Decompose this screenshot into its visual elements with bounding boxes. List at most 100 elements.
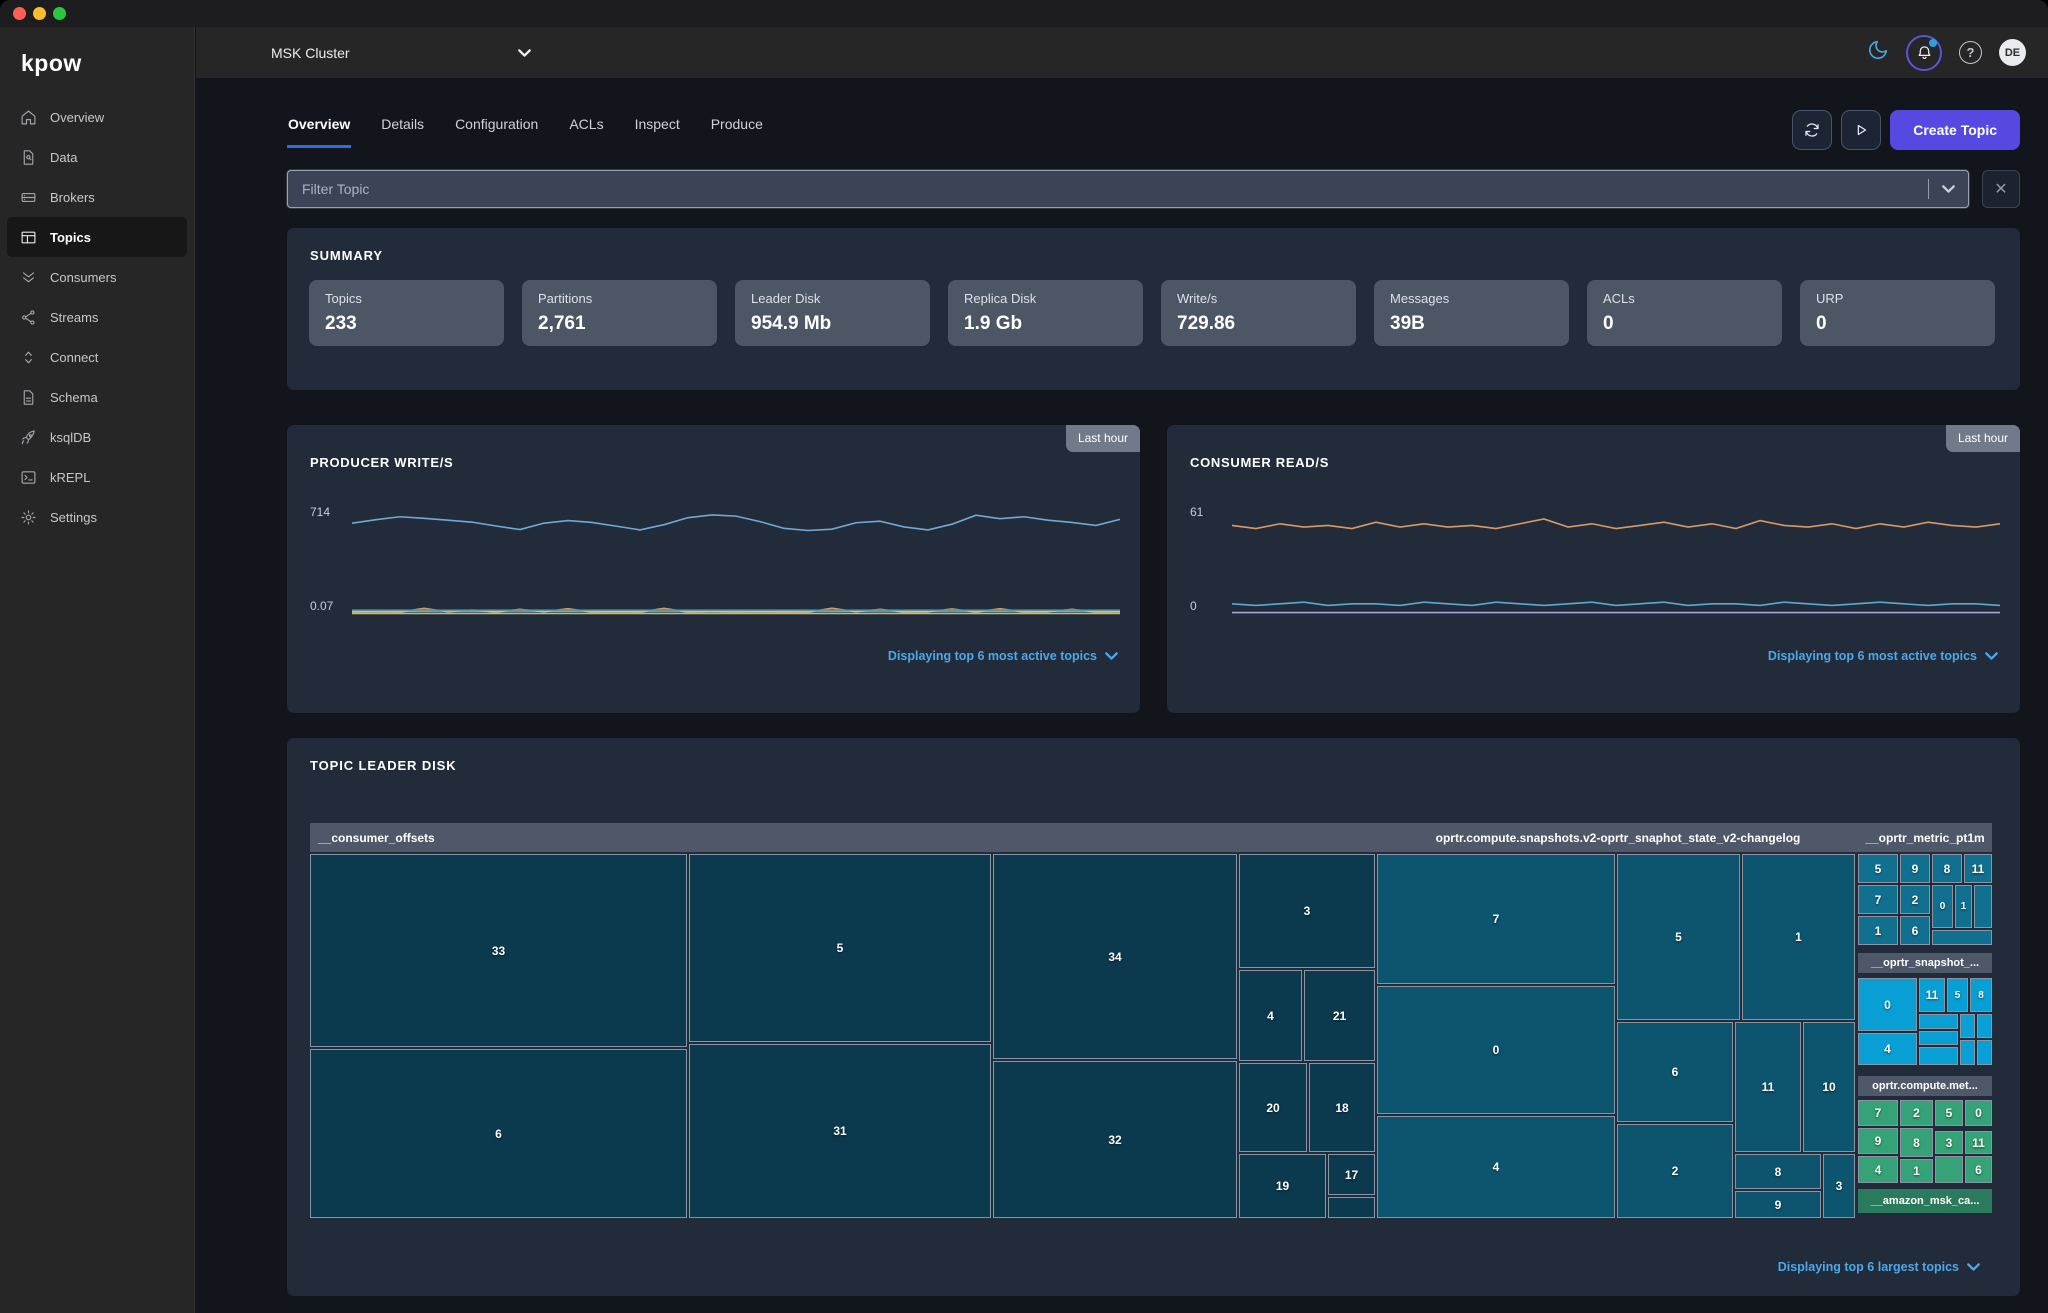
- tab-acls[interactable]: ACLs: [568, 108, 604, 148]
- treemap-topic-header[interactable]: oprtr.compute.snapshots.v2-oprtr_snaphot…: [1378, 823, 1858, 852]
- treemap-partition-cell[interactable]: 6: [1900, 916, 1930, 945]
- clear-filter-button[interactable]: ✕: [1982, 170, 2020, 208]
- treemap-partition-cell[interactable]: [1977, 1040, 1992, 1065]
- treemap-partition-cell[interactable]: 6: [310, 1049, 687, 1218]
- sidebar-item-connect[interactable]: Connect: [7, 337, 187, 377]
- treemap-partition-cell[interactable]: 19: [1239, 1154, 1326, 1218]
- treemap-partition-cell[interactable]: 9: [1858, 1128, 1898, 1154]
- treemap-partition-cell[interactable]: 33: [310, 854, 687, 1047]
- treemap-partition-cell[interactable]: 0: [1932, 885, 1953, 928]
- treemap-partition-cell[interactable]: 17: [1328, 1154, 1375, 1195]
- sidebar-item-topics[interactable]: Topics: [7, 217, 187, 257]
- help-button[interactable]: ?: [1959, 41, 1982, 64]
- treemap-partition-cell[interactable]: 7: [1858, 1100, 1898, 1126]
- largest-topics-dropdown[interactable]: Displaying top 6 largest topics: [1778, 1260, 1980, 1274]
- tab-configuration[interactable]: Configuration: [454, 108, 539, 148]
- treemap-partition-cell[interactable]: 8: [1735, 1154, 1821, 1189]
- treemap-partition-cell[interactable]: [1328, 1197, 1375, 1218]
- treemap-partition-cell[interactable]: 10: [1803, 1022, 1855, 1152]
- treemap-partition-cell[interactable]: [1960, 1014, 1975, 1038]
- treemap-partition-cell[interactable]: 5: [689, 854, 991, 1042]
- treemap-partition-cell[interactable]: [1932, 930, 1992, 945]
- topic-filter-combobox[interactable]: [287, 170, 1969, 208]
- treemap-partition-cell[interactable]: 20: [1239, 1063, 1307, 1152]
- sidebar-item-data[interactable]: Data: [7, 137, 187, 177]
- tab-details[interactable]: Details: [380, 108, 425, 148]
- sidebar-item-krepl[interactable]: kREPL: [7, 457, 187, 497]
- treemap-partition-cell[interactable]: 7: [1858, 885, 1898, 914]
- treemap-partition-cell[interactable]: [1919, 1014, 1958, 1029]
- treemap-partition-cell[interactable]: 4: [1858, 1033, 1917, 1065]
- treemap-partition-cell[interactable]: 4: [1858, 1156, 1898, 1183]
- sidebar-item-brokers[interactable]: Brokers: [7, 177, 187, 217]
- treemap-partition-cell[interactable]: 8: [1900, 1128, 1933, 1157]
- treemap-partition-cell[interactable]: 11: [1735, 1022, 1801, 1152]
- treemap-partition-cell[interactable]: 3: [1823, 1154, 1855, 1218]
- treemap-partition-cell[interactable]: 32: [993, 1061, 1237, 1218]
- notifications-button[interactable]: [1906, 35, 1942, 71]
- treemap-partition-cell[interactable]: 3: [1239, 854, 1375, 968]
- treemap-partition-cell[interactable]: 4: [1239, 970, 1302, 1061]
- treemap-partition-cell[interactable]: 11: [1919, 978, 1945, 1012]
- window-maximize-button[interactable]: [53, 7, 66, 20]
- treemap-partition-cell[interactable]: 7: [1377, 854, 1615, 984]
- treemap-partition-cell[interactable]: [1974, 885, 1992, 928]
- treemap-partition-cell[interactable]: 6: [1965, 1156, 1992, 1183]
- treemap-partition-cell[interactable]: 34: [993, 854, 1237, 1059]
- treemap-partition-cell[interactable]: [1935, 1156, 1963, 1183]
- treemap-partition-cell[interactable]: 5: [1858, 854, 1898, 883]
- treemap-partition-cell[interactable]: 0: [1377, 986, 1615, 1114]
- treemap-partition-cell[interactable]: 8: [1970, 978, 1992, 1012]
- treemap-partition-cell[interactable]: [1960, 1040, 1975, 1065]
- treemap-partition-cell[interactable]: 2: [1617, 1124, 1733, 1218]
- treemap-topic-header[interactable]: __amazon_msk_ca...: [1858, 1189, 1992, 1213]
- treemap-partition-cell[interactable]: [1977, 1014, 1992, 1038]
- sidebar-item-overview[interactable]: Overview: [7, 97, 187, 137]
- treemap-partition-cell[interactable]: 11: [1965, 1131, 1992, 1154]
- sidebar-item-schema[interactable]: Schema: [7, 377, 187, 417]
- treemap-partition-cell[interactable]: 2: [1900, 885, 1930, 914]
- treemap-partition-cell[interactable]: 8: [1932, 854, 1962, 883]
- dark-mode-toggle[interactable]: [1867, 39, 1889, 66]
- sidebar-item-consumers[interactable]: Consumers: [7, 257, 187, 297]
- play-button[interactable]: [1841, 110, 1881, 150]
- sidebar-item-streams[interactable]: Streams: [7, 297, 187, 337]
- consumer-topics-dropdown[interactable]: Displaying top 6 most active topics: [1768, 649, 1998, 663]
- treemap-topic-header[interactable]: __oprtr_metric_pt1m: [1858, 823, 1992, 852]
- treemap-partition-cell[interactable]: 1: [1900, 1159, 1933, 1183]
- chevron-down-icon[interactable]: [1942, 185, 1955, 193]
- sidebar-item-ksqldb[interactable]: ksqlDB: [7, 417, 187, 457]
- window-close-button[interactable]: [13, 7, 26, 20]
- refresh-button[interactable]: [1792, 110, 1832, 150]
- treemap-partition-cell[interactable]: 21: [1304, 970, 1375, 1061]
- window-minimize-button[interactable]: [33, 7, 46, 20]
- treemap-partition-cell[interactable]: 6: [1617, 1022, 1733, 1122]
- treemap-topic-header[interactable]: __consumer_offsets: [310, 823, 1378, 852]
- treemap-topic-header[interactable]: oprtr.compute.met...: [1858, 1076, 1992, 1096]
- treemap-partition-cell[interactable]: 5: [1947, 978, 1968, 1012]
- filter-topic-input[interactable]: [288, 181, 1928, 197]
- treemap-partition-cell[interactable]: 18: [1309, 1063, 1375, 1152]
- treemap-partition-cell[interactable]: 0: [1858, 978, 1917, 1031]
- tab-overview[interactable]: Overview: [287, 108, 351, 148]
- sidebar-item-settings[interactable]: Settings: [7, 497, 187, 537]
- treemap-partition-cell[interactable]: 11: [1964, 854, 1992, 883]
- treemap-partition-cell[interactable]: [1919, 1047, 1958, 1065]
- treemap-partition-cell[interactable]: 1: [1858, 916, 1898, 945]
- treemap-partition-cell[interactable]: 1: [1955, 885, 1972, 928]
- tab-produce[interactable]: Produce: [710, 108, 764, 148]
- treemap-partition-cell[interactable]: 0: [1965, 1100, 1992, 1126]
- treemap-partition-cell[interactable]: 31: [689, 1044, 991, 1218]
- producer-topics-dropdown[interactable]: Displaying top 6 most active topics: [888, 649, 1118, 663]
- treemap-partition-cell[interactable]: 5: [1935, 1100, 1963, 1126]
- treemap-partition-cell[interactable]: 9: [1735, 1191, 1821, 1218]
- treemap-partition-cell[interactable]: 3: [1935, 1131, 1963, 1154]
- treemap-partition-cell[interactable]: 9: [1900, 854, 1930, 883]
- cluster-selector[interactable]: MSK Cluster: [271, 27, 531, 78]
- avatar[interactable]: DE: [1999, 39, 2026, 66]
- treemap-partition-cell[interactable]: 4: [1377, 1116, 1615, 1218]
- treemap-partition-cell[interactable]: 1: [1742, 854, 1855, 1020]
- create-topic-button[interactable]: Create Topic: [1890, 110, 2020, 150]
- tab-inspect[interactable]: Inspect: [634, 108, 681, 148]
- treemap-partition-cell[interactable]: 5: [1617, 854, 1740, 1020]
